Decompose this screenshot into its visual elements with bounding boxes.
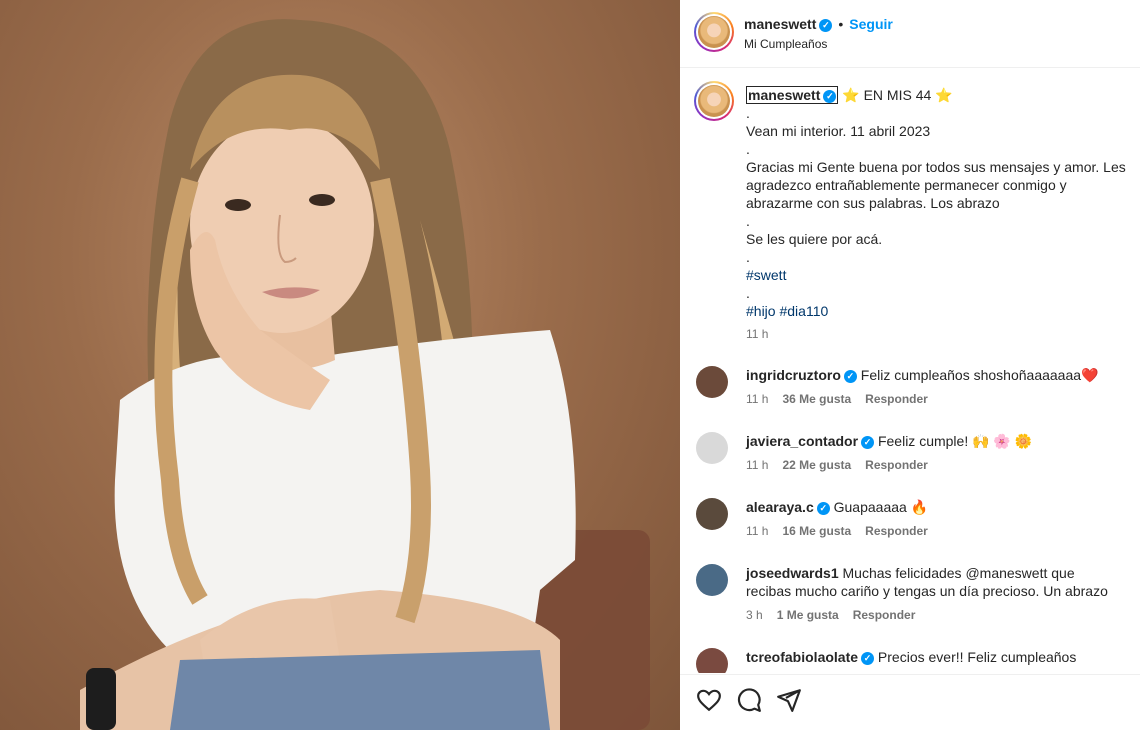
comment-item: joseedwards1 Muchas felicidades @maneswe… <box>680 564 1140 644</box>
post-actions-bar <box>680 674 1140 730</box>
caption-line: . <box>746 285 750 301</box>
commenter-username[interactable]: ingridcruztoro <box>746 367 841 383</box>
hashtag-link[interactable]: #swett <box>746 267 786 283</box>
comment-likes[interactable]: 16 Me gusta <box>782 524 851 538</box>
comment-time[interactable]: 11 h <box>746 458 768 472</box>
comment-meta: 11 h 22 Me gusta Responder <box>746 458 942 472</box>
portrait-image <box>80 19 650 730</box>
comment-text: Guapaaaaa 🔥 <box>833 499 929 515</box>
reply-button[interactable]: Responder <box>865 392 928 406</box>
caption-line: . <box>746 141 750 157</box>
reply-button[interactable]: Responder <box>865 524 928 538</box>
commenter-username[interactable]: tcreofabiolaolate <box>746 649 858 665</box>
comment-text-row: ingridcruztoro ✓ Feliz cumpleaños shoshoñ… <box>746 366 1116 384</box>
hashtag-link[interactable]: #dia110 <box>779 303 828 319</box>
post-side-panel: maneswett ✓ • Seguir Mi Cumpleaños maneswet… <box>680 0 1140 730</box>
caption-title: ⭐ EN MIS 44 ⭐ <box>842 87 953 103</box>
caption-line: Se les quiere por acá. <box>746 231 883 247</box>
verified-badge-icon: ✓ <box>861 436 875 449</box>
comment-item: tcreofabiolaolate ✓ Precios ever!! Feliz … <box>680 648 1140 673</box>
comment-item: javiera_contador ✓ Feeliz cumple! 🙌 🌸 🌼 1… <box>680 432 1140 492</box>
comment-likes[interactable]: 36 Me gusta <box>782 392 851 406</box>
comment-likes[interactable]: 22 Me gusta <box>782 458 851 472</box>
comment-text: Feeliz cumple! 🙌 🌸 🌼 <box>877 433 1033 449</box>
share-icon[interactable] <box>776 687 802 713</box>
caption-body: maneswett ✓ ⭐ EN MIS 44 ⭐ . Vean mi inter… <box>746 86 1126 320</box>
comment-time[interactable]: 11 h <box>746 524 768 538</box>
comments-section[interactable]: maneswett ✓ ⭐ EN MIS 44 ⭐ . Vean mi inter… <box>680 69 1140 673</box>
reply-button[interactable]: Responder <box>865 458 928 472</box>
caption-line: . <box>746 213 750 229</box>
commenter-avatar[interactable] <box>696 366 728 398</box>
separator-dot: • <box>838 16 844 32</box>
comment-meta: 11 h 16 Me gusta Responder <box>746 524 942 538</box>
caption-line: Vean mi interior. 11 abril 2023 <box>746 123 931 139</box>
comment-time[interactable]: 3 h <box>746 608 763 622</box>
commenter-username[interactable]: joseedwards1 <box>746 565 839 581</box>
caption-line: . <box>746 105 750 121</box>
heart-icon[interactable] <box>696 687 722 713</box>
commenter-avatar[interactable] <box>696 648 728 673</box>
comment-text-row: tcreofabiolaolate ✓ Precios ever!! Feliz … <box>746 648 1116 666</box>
follow-button[interactable]: Seguir <box>849 16 893 32</box>
comment-item: alearaya.c ✓ Guapaaaaa 🔥 11 h 16 Me gusta R… <box>680 498 1140 558</box>
commenter-avatar[interactable] <box>696 564 728 596</box>
commenter-avatar[interactable] <box>696 432 728 464</box>
comment-meta: 3 h 1 Me gusta Responder <box>746 608 929 622</box>
commenter-avatar[interactable] <box>696 498 728 530</box>
caption-author-avatar[interactable] <box>694 81 734 121</box>
caption-username-link[interactable]: maneswett ✓ <box>746 86 839 104</box>
verified-badge-icon: ✓ <box>861 652 875 665</box>
post-header: maneswett ✓ • Seguir Mi Cumpleaños <box>680 0 1140 68</box>
verified-badge-icon: ✓ <box>819 19 833 32</box>
hashtag-link[interactable]: #hijo <box>746 303 776 319</box>
author-avatar[interactable] <box>694 12 734 52</box>
caption-line: . <box>746 249 750 265</box>
author-name-row: maneswett ✓ • Seguir <box>744 16 893 32</box>
comment-text: Precios ever!! Feliz cumpleaños <box>877 649 1077 665</box>
comment-text-row: alearaya.c ✓ Guapaaaaa 🔥 <box>746 498 1116 516</box>
comment-text: Feliz cumpleaños shoshoñaaaaaaa❤️ <box>860 367 1099 383</box>
reply-button[interactable]: Responder <box>853 608 916 622</box>
comment-text-row: joseedwards1 Muchas felicidades @maneswe… <box>746 564 1116 600</box>
commenter-username[interactable]: javiera_contador <box>746 433 858 449</box>
comment-text-row: javiera_contador ✓ Feeliz cumple! 🙌 🌸 🌼 <box>746 432 1116 450</box>
comment-time[interactable]: 11 h <box>746 392 768 406</box>
commenter-username[interactable]: alearaya.c <box>746 499 814 515</box>
comment-item: ingridcruztoro ✓ Feliz cumpleaños shoshoñ… <box>680 366 1140 426</box>
caption-line: Gracias mi Gente buena por todos sus men… <box>746 159 1126 211</box>
comment-likes[interactable]: 1 Me gusta <box>777 608 839 622</box>
verified-badge-icon: ✓ <box>816 502 830 515</box>
comment-meta: 11 h 36 Me gusta Responder <box>746 392 942 406</box>
author-username[interactable]: maneswett <box>744 16 816 32</box>
verified-badge-icon: ✓ <box>823 90 837 103</box>
post-photo[interactable] <box>0 0 680 730</box>
comment-icon[interactable] <box>736 687 762 713</box>
post-subtitle: Mi Cumpleaños <box>744 37 828 51</box>
caption-timestamp[interactable]: 11 h <box>746 327 768 341</box>
verified-badge-icon: ✓ <box>843 370 857 383</box>
